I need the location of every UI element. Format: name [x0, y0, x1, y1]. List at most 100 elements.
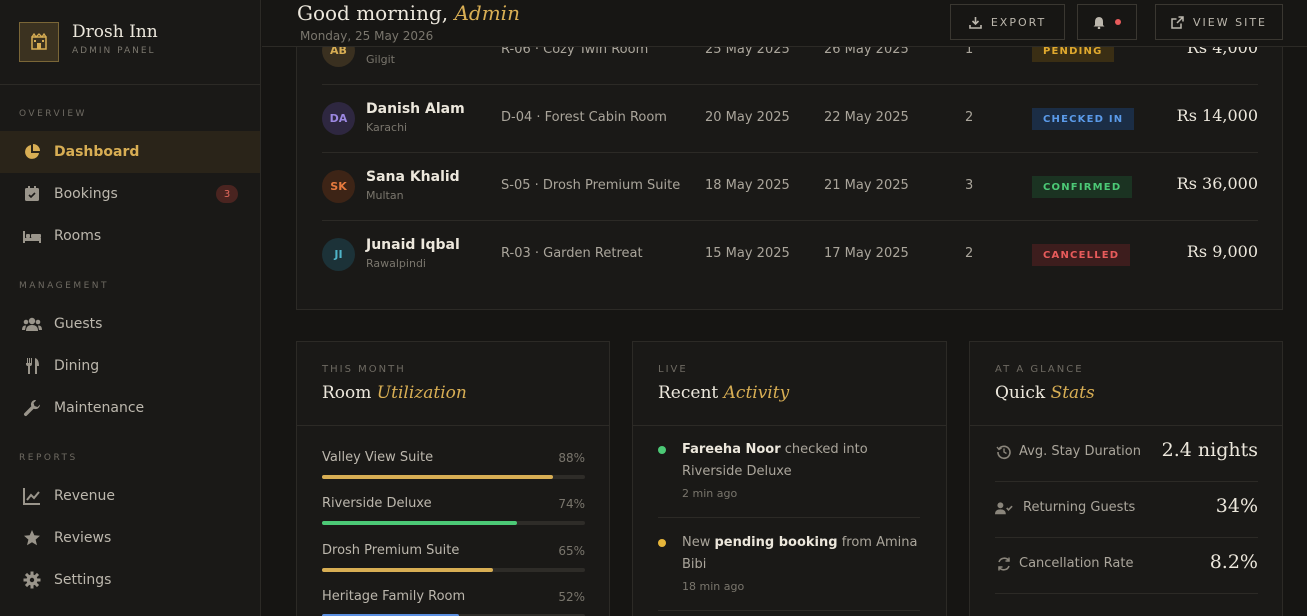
status-badge: CHECKED IN — [1032, 108, 1135, 130]
sidebar-item-reviews[interactable]: Reviews — [0, 517, 260, 559]
activity-dot — [658, 539, 666, 547]
activity-time: 2 min ago — [682, 487, 738, 500]
card-header: LIVE Recent Activity — [633, 342, 946, 426]
guest-count: 2 — [965, 110, 974, 125]
recent-activity-card: LIVE Recent Activity Fareeha Noor checke… — [632, 341, 947, 616]
activity-text: Fareeha Noor checked into Riverside Delu… — [682, 439, 920, 483]
stat-value: 2.4 nights — [1161, 439, 1258, 461]
brand-subtitle: ADMIN PANEL — [72, 46, 156, 56]
guest-city: Karachi — [366, 121, 408, 134]
activity-text: New pending booking from Amina Bibi — [682, 532, 920, 576]
card-title-text: Room — [322, 383, 372, 403]
avatar: SK — [322, 170, 355, 203]
stat-value: 34% — [1215, 495, 1258, 517]
user-check-icon — [995, 499, 1013, 517]
sidebar-item-label: Guests — [54, 316, 103, 332]
external-link-icon — [1171, 15, 1184, 29]
guest-name: Junaid Iqbal — [366, 237, 460, 253]
view-site-label: VIEW SITE — [1193, 15, 1267, 29]
utilization-percent: 88% — [558, 451, 585, 465]
progress-fill — [322, 568, 493, 572]
utilization-percent: 65% — [558, 544, 585, 558]
room-name: Drosh Premium Suite — [322, 543, 460, 558]
card-title-accent: Utilization — [376, 383, 467, 403]
card-eyebrow: LIVE — [658, 364, 688, 375]
progress-track — [322, 475, 585, 479]
room-utilization-card: THIS MONTH Room Utilization Valley View … — [296, 341, 610, 616]
sidebar-item-label: Rooms — [54, 228, 102, 244]
greeting-user: Admin — [454, 1, 520, 25]
sidebar-item-revenue[interactable]: Revenue — [0, 475, 260, 517]
card-eyebrow: THIS MONTH — [322, 364, 406, 375]
progress-fill — [322, 521, 517, 525]
status-badge: CONFIRMED — [1032, 176, 1133, 198]
greeting: Good morning, Admin — [297, 1, 520, 25]
guest-count: 2 — [965, 246, 974, 261]
greeting-text: Good morning, — [297, 1, 449, 25]
activity-item[interactable]: New pending booking from Amina Bibi 18 m… — [658, 532, 920, 602]
utilization-row: Riverside Deluxe 74% — [322, 496, 585, 542]
nav-section-overview: OVERVIEW — [19, 109, 87, 119]
top-header: Good morning, Admin Monday, 25 May 2026 … — [262, 0, 1307, 47]
sidebar-item-dining[interactable]: Dining — [0, 345, 260, 387]
utensils-icon — [22, 356, 42, 376]
progress-track — [322, 568, 585, 572]
stat-label: Cancellation Rate — [1019, 556, 1134, 571]
utilization-percent: 52% — [558, 590, 585, 604]
status-badge: CANCELLED — [1032, 244, 1131, 266]
sidebar-item-label: Maintenance — [54, 400, 145, 416]
stat-row: Returning Guests 34% — [995, 482, 1258, 538]
view-site-button[interactable]: VIEW SITE — [1155, 4, 1283, 40]
divider — [658, 610, 920, 611]
sidebar-item-label: Reviews — [54, 530, 112, 546]
activity-item[interactable]: Fareeha Noor checked into Riverside Delu… — [658, 439, 920, 509]
sidebar-item-guests[interactable]: Guests — [0, 303, 260, 345]
sidebar-item-maintenance[interactable]: Maintenance — [0, 387, 260, 429]
sidebar-item-bookings[interactable]: Bookings 3 — [0, 173, 260, 215]
sidebar-item-settings[interactable]: Settings — [0, 559, 260, 601]
chart-pie-icon — [22, 142, 42, 162]
notifications-button[interactable] — [1077, 4, 1137, 40]
booking-amount: Rs 36,000 — [1176, 174, 1258, 193]
card-title: Quick Stats — [995, 383, 1095, 403]
utilization-row: Heritage Family Room 52% — [322, 589, 585, 616]
card-title-text: Quick — [995, 383, 1046, 403]
notification-dot — [1115, 19, 1121, 25]
utilization-row: Valley View Suite 88% — [322, 450, 585, 496]
booking-amount: Rs 9,000 — [1186, 242, 1258, 261]
check-out-date: 17 May 2025 — [824, 246, 909, 261]
activity-text-a: New — [682, 535, 715, 550]
export-button[interactable]: EXPORT — [950, 4, 1065, 40]
room-name: D-04 · Forest Cabin Room — [501, 110, 667, 125]
card-title-accent: Stats — [1050, 383, 1095, 403]
activity-strong: Fareeha Noor — [682, 442, 781, 457]
guest-name: Danish Alam — [366, 101, 465, 117]
check-out-date: 21 May 2025 — [824, 178, 909, 193]
sidebar-item-label: Dining — [54, 358, 100, 374]
brand-logo-icon — [19, 22, 59, 62]
sidebar-item-dashboard[interactable]: Dashboard — [0, 131, 260, 173]
table-row[interactable]: DA Danish Alam Karachi D-04 · Forest Cab… — [322, 85, 1258, 153]
table-row[interactable]: SK Sana Khalid Multan S-05 · Drosh Premi… — [322, 153, 1258, 221]
table-row[interactable]: JI Junaid Iqbal Rawalpindi R-03 · Garden… — [322, 221, 1258, 289]
stat-label: Returning Guests — [1023, 500, 1136, 515]
users-icon — [22, 314, 42, 334]
current-date: Monday, 25 May 2026 — [300, 29, 434, 43]
room-name: R-03 · Garden Retreat — [501, 246, 643, 261]
admin-dashboard: Drosh Inn ADMIN PANEL OVERVIEW Dashboard… — [0, 0, 1307, 616]
line-chart-icon — [22, 486, 42, 506]
export-label: EXPORT — [990, 15, 1047, 29]
sidebar-item-label: Dashboard — [54, 144, 140, 160]
stat-value: 8.2% — [1209, 551, 1258, 573]
sidebar-item-rooms[interactable]: Rooms — [0, 215, 260, 257]
wrench-icon — [22, 398, 42, 418]
room-name: Riverside Deluxe — [322, 496, 432, 511]
card-title: Room Utilization — [322, 383, 467, 403]
stat-label: Avg. Stay Duration — [1019, 444, 1141, 459]
stat-row: Avg. Stay Duration 2.4 nights — [995, 426, 1258, 482]
guest-city: Gilgit — [366, 53, 395, 66]
room-name: S-05 · Drosh Premium Suite — [501, 178, 681, 193]
room-name: Valley View Suite — [322, 450, 434, 465]
guest-city: Multan — [366, 189, 404, 202]
card-eyebrow: AT A GLANCE — [995, 364, 1084, 375]
